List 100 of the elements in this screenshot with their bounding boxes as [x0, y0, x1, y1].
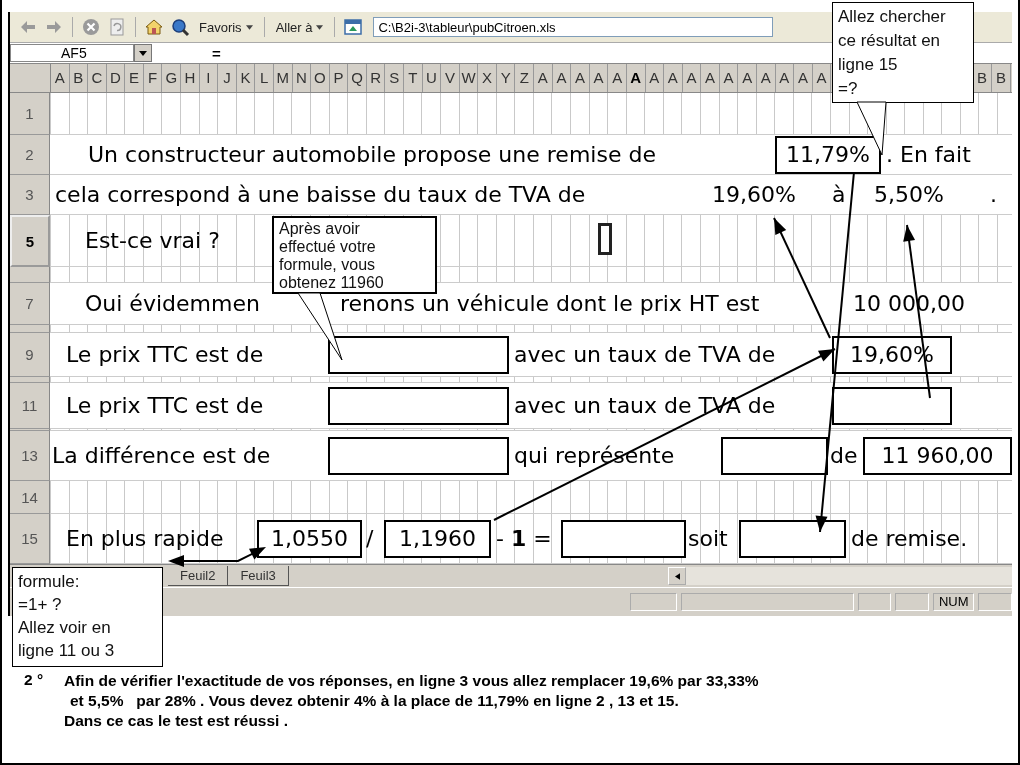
callout: Allez chercher ce résultat en ligne 15 =? [832, 2, 974, 103]
column-header[interactable]: P [329, 64, 349, 92]
column-header[interactable]: A [775, 64, 795, 92]
column-header[interactable]: L [255, 64, 274, 92]
dropdown-button[interactable] [134, 44, 152, 62]
cell-text: cela correspond à une baisse du taux de TVA de [55, 182, 587, 207]
toolbar-menu[interactable]: Aller à [272, 19, 327, 35]
column-header[interactable]: R [366, 64, 386, 92]
column-header[interactable]: A [738, 64, 757, 92]
column-header[interactable]: A [682, 64, 702, 92]
home-icon[interactable] [144, 17, 164, 37]
cell-text: . En fait [886, 142, 972, 167]
scroll-left-button[interactable] [668, 567, 686, 585]
cell-value: 19,60% [712, 182, 797, 207]
column-header[interactable]: X [478, 64, 497, 92]
column-header[interactable]: F [143, 64, 163, 92]
column-header[interactable]: E [125, 64, 144, 92]
cell-text: Est-ce vrai ? [85, 228, 221, 253]
cell-text: Oui évidemmen [85, 291, 261, 316]
cell-value: 5,50% [874, 182, 945, 207]
cell-text: à [832, 182, 847, 207]
answer-box[interactable] [832, 386, 952, 425]
column-header[interactable]: B [992, 64, 1011, 92]
row-header[interactable]: 11 [10, 383, 50, 429]
row-header[interactable]: 14 [10, 481, 50, 514]
column-header[interactable]: M [273, 64, 293, 92]
column-header[interactable]: S [385, 64, 404, 92]
column-header[interactable]: J [218, 64, 237, 92]
column-header[interactable]: A [719, 64, 739, 92]
column-header[interactable]: N [292, 64, 312, 92]
column-header[interactable]: A [589, 64, 609, 92]
cell-text: de [830, 443, 859, 468]
row-header[interactable]: 3 [10, 175, 50, 215]
sheet-tab[interactable]: Feuil2 [168, 566, 229, 586]
column-header[interactable]: O [311, 64, 330, 92]
row-header[interactable]: 9 [10, 333, 50, 377]
cell-text: La différence est de [52, 443, 272, 468]
answer-cell[interactable]: 1,1960 [384, 519, 491, 558]
column-header[interactable]: A [626, 64, 646, 92]
column-header[interactable]: W [459, 64, 479, 92]
arrow-icon [674, 572, 680, 580]
caret-icon [316, 24, 324, 30]
caret-icon [245, 24, 253, 30]
toolbar-menu[interactable]: Favoris [196, 19, 256, 35]
cell-text: Le prix TTC est de [66, 393, 265, 418]
answer-box[interactable] [328, 436, 509, 475]
row-header[interactable]: 5 [10, 215, 50, 267]
cell-text: avec un taux de TVA de [514, 342, 777, 367]
answer-box[interactable] [721, 436, 828, 475]
status-indicator: NUM [933, 593, 975, 611]
name-box[interactable]: AF5 [10, 44, 134, 62]
search-icon[interactable] [170, 17, 190, 37]
answer-box[interactable] [739, 519, 846, 558]
window-icon[interactable] [343, 17, 364, 37]
column-header[interactable]: G [162, 64, 182, 92]
answer-cell[interactable]: 1,0550 [257, 519, 362, 558]
stop-icon[interactable] [81, 17, 101, 37]
cell-text: / [366, 526, 375, 551]
column-header[interactable]: U [422, 64, 442, 92]
column-header[interactable]: A [571, 64, 590, 92]
cell-text: En plus rapide [66, 526, 225, 551]
sheet-tab[interactable]: Feuil3 [228, 566, 289, 586]
row-header[interactable]: 7 [10, 283, 50, 325]
row-header[interactable]: 13 [10, 431, 50, 481]
column-header[interactable]: A [812, 64, 832, 92]
column-header[interactable]: K [236, 64, 256, 92]
status-panel [857, 593, 892, 611]
horizontal-scrollbar[interactable] [686, 567, 1012, 585]
step-number: 2 ° [24, 671, 45, 690]
column-header[interactable]: A [756, 64, 776, 92]
column-header[interactable]: V [441, 64, 460, 92]
status-panel [630, 593, 678, 611]
column-header[interactable]: A [664, 64, 683, 92]
column-header[interactable]: A [794, 64, 813, 92]
column-header[interactable]: A [51, 64, 70, 92]
column-header[interactable]: A [608, 64, 627, 92]
answer-box[interactable] [328, 386, 509, 425]
column-header[interactable]: H [181, 64, 200, 92]
column-header[interactable]: B [69, 64, 89, 92]
row-header[interactable]: 2 [10, 135, 50, 175]
column-header[interactable]: A [534, 64, 553, 92]
column-header[interactable]: D [106, 64, 126, 92]
active-cell[interactable] [597, 223, 612, 255]
column-header[interactable]: A [645, 64, 665, 92]
column-header[interactable]: A [701, 64, 720, 92]
column-header[interactable]: T [404, 64, 423, 92]
answer-cell[interactable]: 11 960,00 [863, 436, 1012, 475]
column-header[interactable]: A [552, 64, 572, 92]
row-header[interactable]: 15 [10, 514, 50, 564]
column-header[interactable]: C [88, 64, 107, 92]
column-header[interactable]: Z [515, 64, 535, 92]
instruction-text: Afin de vérifier l'exactitude de vos réponses, en ligne 3 vous allez remplacer 19,6% par 33,33% et 5,5% par 28% . Vous devez obtenir 4% à la place de 11,79% en ligne 2 , 13 et 15. Dans ce cas le test est réussi . [64, 671, 759, 731]
column-header[interactable]: Y [496, 64, 516, 92]
address-field[interactable]: C:\B2i-3\tableur\pubCitroen.xls [373, 17, 774, 37]
caret-icon [139, 50, 147, 56]
callout: formule: =1+ ? Allez voir en ligne 11 ou 3 [12, 567, 163, 667]
column-header[interactable]: I [199, 64, 219, 92]
answer-box[interactable] [561, 519, 686, 558]
column-header[interactable]: Q [348, 64, 367, 92]
row-header[interactable]: 1 [10, 93, 50, 135]
